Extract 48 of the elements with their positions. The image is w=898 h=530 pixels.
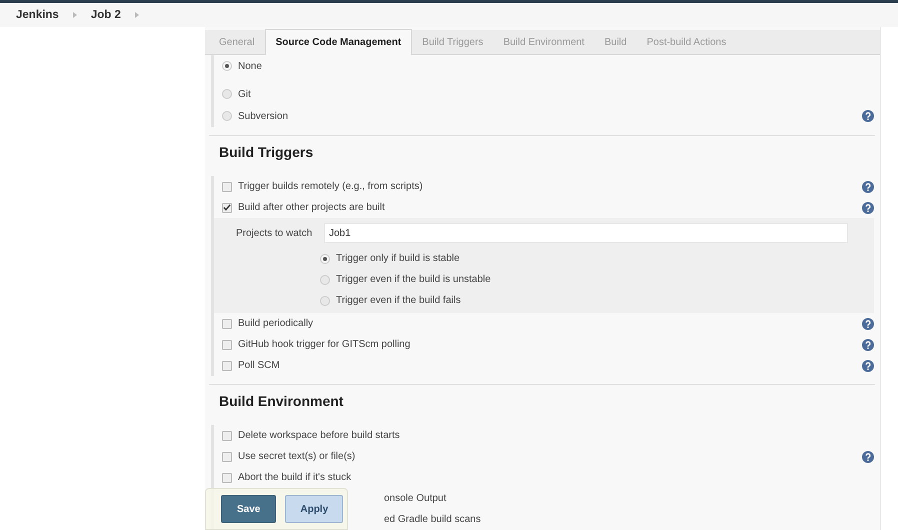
help-icon[interactable] — [862, 450, 874, 462]
checkbox[interactable] — [222, 340, 232, 350]
option-label: Trigger even if the build is unstable — [336, 274, 491, 285]
breadcrumb-link[interactable]: Job 2 — [90, 9, 121, 21]
help-icon[interactable] — [862, 360, 874, 372]
checkbox[interactable] — [222, 360, 232, 370]
radio-button[interactable] — [320, 274, 330, 284]
option-label: Build periodically — [238, 318, 314, 329]
checkbox[interactable] — [222, 430, 232, 440]
help-icon[interactable] — [862, 202, 874, 214]
save-button[interactable]: Save — [221, 495, 276, 523]
option-label: Trigger builds remotely (e.g., from scripts) — [238, 181, 423, 192]
radio-button[interactable] — [320, 254, 330, 264]
input-field[interactable]: Job1 — [324, 223, 848, 243]
option-label: Git — [238, 88, 251, 100]
checkbox[interactable] — [222, 472, 232, 482]
help-icon[interactable] — [862, 338, 874, 350]
option-label: Abort the build if it's stuck — [238, 472, 352, 483]
option-label: Trigger only if build is stable — [336, 253, 460, 264]
option-label: Use secret text(s) or file(s) — [238, 451, 356, 462]
radio-button[interactable] — [222, 111, 232, 121]
chevron-icon — [72, 12, 77, 18]
radio-button[interactable] — [222, 89, 232, 99]
option-label: ed Gradle build scans — [384, 514, 481, 525]
option-label: Build after other projects are built — [238, 202, 385, 213]
field-label: Projects to watch — [236, 228, 314, 238]
radio-button[interactable] — [222, 61, 232, 71]
section-heading: Build Triggers — [219, 144, 314, 160]
checkbox[interactable] — [222, 452, 232, 462]
checkbox[interactable] — [222, 318, 232, 328]
help-icon[interactable] — [862, 318, 874, 330]
option-label: None — [238, 60, 262, 72]
tab[interactable]: Source Code Management — [264, 29, 412, 55]
option-label: Poll SCM — [238, 360, 280, 371]
radio-button[interactable] — [320, 296, 330, 306]
checkbox[interactable] — [222, 202, 232, 212]
checkbox[interactable] — [222, 182, 232, 192]
help-icon[interactable] — [862, 180, 874, 192]
option-label: onsole Output — [384, 493, 446, 504]
breadcrumb-link[interactable]: Jenkins — [16, 9, 59, 21]
apply-button[interactable]: Apply — [285, 495, 344, 523]
section-heading: Build Environment — [219, 393, 344, 409]
option-label: Trigger even if the build fails — [336, 295, 461, 306]
chevron-icon — [134, 12, 139, 18]
option-label: GitHub hook trigger for GITScm polling — [238, 339, 410, 350]
option-label: Delete workspace before build starts — [238, 430, 400, 441]
help-icon[interactable] — [862, 110, 874, 122]
option-label: Subversion — [238, 110, 288, 122]
